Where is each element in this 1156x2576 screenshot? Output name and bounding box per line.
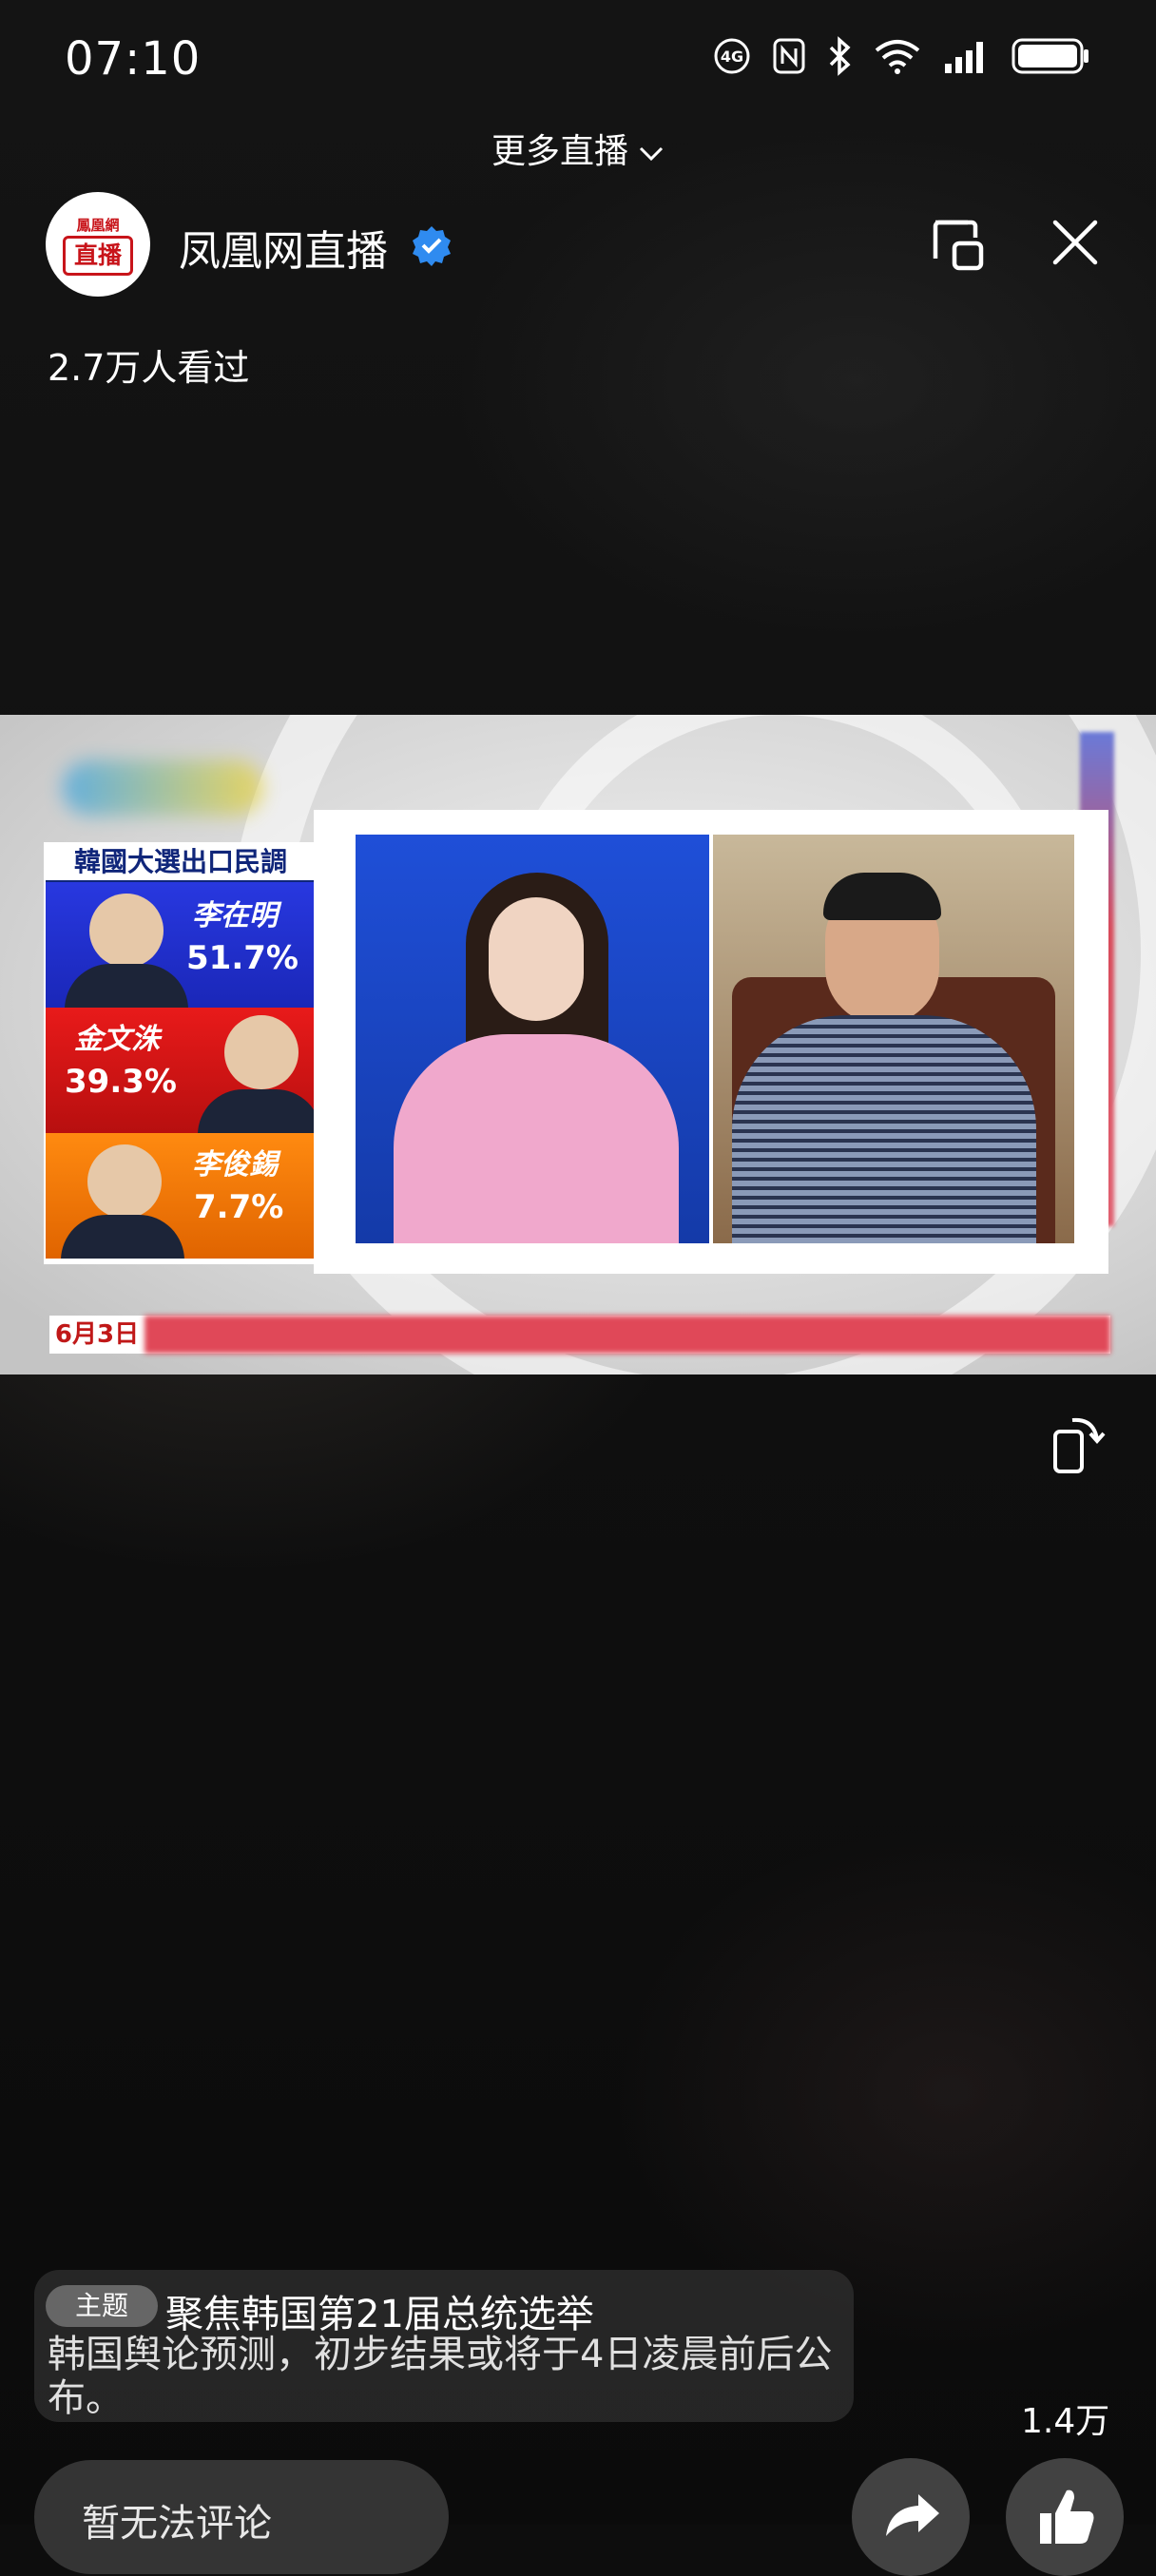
poll-title: 韓國大選出口民調 bbox=[46, 844, 316, 882]
topic-description: 韩国舆论预测，初步结果或将于4日凌晨前后公布。 bbox=[48, 2333, 833, 2420]
close-icon[interactable] bbox=[1051, 219, 1099, 266]
candidate-photo bbox=[89, 894, 164, 968]
topic-title: 聚焦韩国第21届总统选举 bbox=[165, 2293, 594, 2336]
guest-hair bbox=[823, 873, 941, 920]
hd-call-icon: 4G bbox=[714, 38, 750, 74]
candidate-photo-suit bbox=[198, 1089, 316, 1133]
news-ticker: 6月3日 bbox=[49, 1316, 1110, 1354]
status-icons: 4G bbox=[713, 36, 1089, 76]
wifi-icon bbox=[875, 40, 920, 74]
share-button[interactable] bbox=[852, 2458, 970, 2576]
viewer-count: 2.7万人看过 bbox=[48, 347, 250, 389]
candidate-name: 李俊錫 bbox=[192, 1148, 278, 1182]
candidate-percent: 7.7% bbox=[194, 1188, 284, 1226]
news-anchor-feed bbox=[356, 835, 709, 1243]
candidate-percent: 39.3% bbox=[65, 1063, 177, 1101]
ticker-text-blurred bbox=[144, 1316, 1110, 1354]
channel-logo-blurred bbox=[63, 760, 262, 816]
candidate-photo bbox=[87, 1144, 162, 1219]
anchor-face bbox=[489, 897, 584, 1021]
like-icon bbox=[1040, 2489, 1094, 2544]
nfc-icon bbox=[773, 38, 805, 74]
candidate-photo-suit bbox=[61, 1215, 184, 1259]
candidate-row: 李在明 51.7% bbox=[46, 882, 316, 1008]
candidate-row: 金文洙 39.3% bbox=[46, 1008, 316, 1133]
channel-name[interactable]: 凤凰网直播 bbox=[179, 217, 388, 278]
topic-card[interactable]: 主题 聚焦韩国第21届总统选举 韩国舆论预测，初步结果或将于4日凌晨前后公布。 bbox=[34, 2270, 854, 2422]
live-video[interactable]: 凤直播 韓國大選出口民調 李在明 51.7% 金文洙 39.3% 李俊錫 7.7… bbox=[0, 715, 1156, 1375]
broadcast-split-screen bbox=[314, 810, 1108, 1274]
candidate-name: 李在明 bbox=[192, 899, 278, 932]
more-live-dropdown[interactable]: 更多直播 bbox=[0, 124, 1156, 173]
share-icon bbox=[886, 2494, 939, 2536]
candidate-photo bbox=[224, 1015, 299, 1089]
pip-icon[interactable] bbox=[930, 215, 987, 274]
candidate-percent: 51.7% bbox=[186, 939, 299, 977]
guest-feed bbox=[713, 835, 1074, 1243]
battery-icon bbox=[1012, 38, 1089, 74]
verified-icon bbox=[413, 226, 451, 266]
avatar-logo-box: 直播 bbox=[63, 236, 133, 276]
like-button[interactable] bbox=[1006, 2458, 1124, 2576]
chevron-down-icon bbox=[639, 146, 664, 162]
avatar-logo-text: 鳳凰網 bbox=[76, 217, 120, 234]
candidate-row: 李俊錫 7.7% bbox=[46, 1133, 316, 1259]
comment-placeholder: 暂无法评论 bbox=[82, 2502, 272, 2546]
more-live-label: 更多直播 bbox=[491, 132, 628, 171]
status-time: 07:10 bbox=[65, 32, 202, 86]
exit-poll-panel: 韓國大選出口民調 李在明 51.7% 金文洙 39.3% 李俊錫 7.7% bbox=[44, 842, 318, 1264]
svg-text:4G: 4G bbox=[721, 48, 743, 66]
rotate-icon[interactable] bbox=[1050, 1413, 1110, 1475]
topic-badge: 主题 bbox=[46, 2285, 158, 2327]
ticker-date: 6月3日 bbox=[54, 1320, 140, 1349]
anchor-jacket bbox=[394, 1034, 679, 1243]
comment-input[interactable]: 暂无法评论 bbox=[34, 2460, 449, 2574]
status-bar: 07:10 4G bbox=[0, 0, 1156, 124]
signal-icon bbox=[945, 42, 983, 73]
candidate-name: 金文洙 bbox=[74, 1023, 160, 1056]
bluetooth-icon bbox=[829, 36, 851, 76]
channel-avatar[interactable]: 鳳凰網 直播 bbox=[46, 192, 150, 297]
like-count: 1.4万 bbox=[1021, 2402, 1110, 2441]
guest-shirt bbox=[732, 1015, 1036, 1243]
candidate-photo-suit bbox=[65, 964, 188, 1008]
